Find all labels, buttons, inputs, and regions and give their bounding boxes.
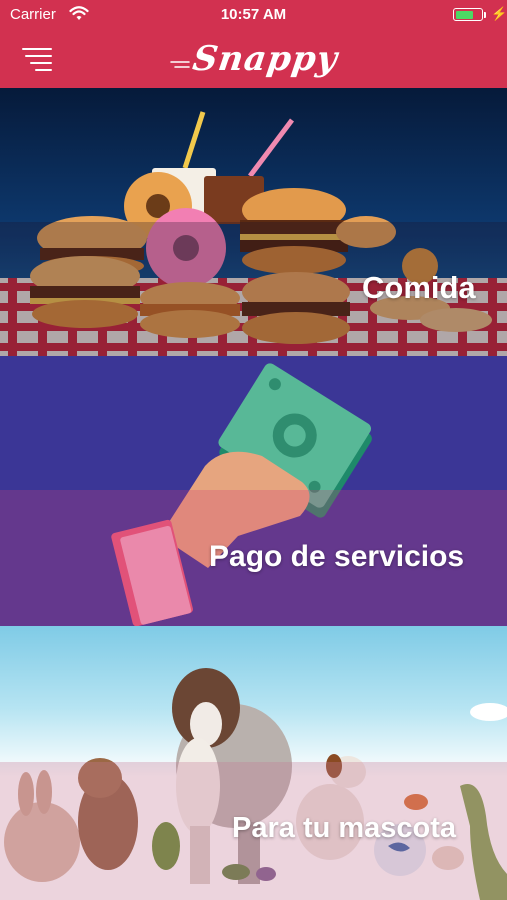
nav-bar: Snappy xyxy=(0,30,507,88)
category-services[interactable]: Pago de servicios xyxy=(0,356,507,626)
battery-nub xyxy=(484,12,486,18)
app-logo: Snappy xyxy=(0,34,507,84)
clock: 10:57 AM xyxy=(220,6,287,23)
speed-lines-icon xyxy=(170,61,190,68)
category-food[interactable]: Comida xyxy=(0,88,507,356)
logo-text: Snappy xyxy=(190,39,341,79)
charging-icon: ⚡ xyxy=(491,6,507,21)
payment-illustration xyxy=(0,363,507,626)
food-illustration xyxy=(0,111,507,356)
pets-illustration xyxy=(0,668,507,900)
category-label: Para tu mascota xyxy=(232,812,457,844)
status-bar: Carrier 10:57 AM ⚡ xyxy=(0,0,507,30)
category-label: Comida xyxy=(362,270,476,305)
battery-icon xyxy=(453,8,483,21)
category-label: Pago de servicios xyxy=(209,540,465,573)
category-pets[interactable]: Para tu mascota xyxy=(0,626,507,900)
